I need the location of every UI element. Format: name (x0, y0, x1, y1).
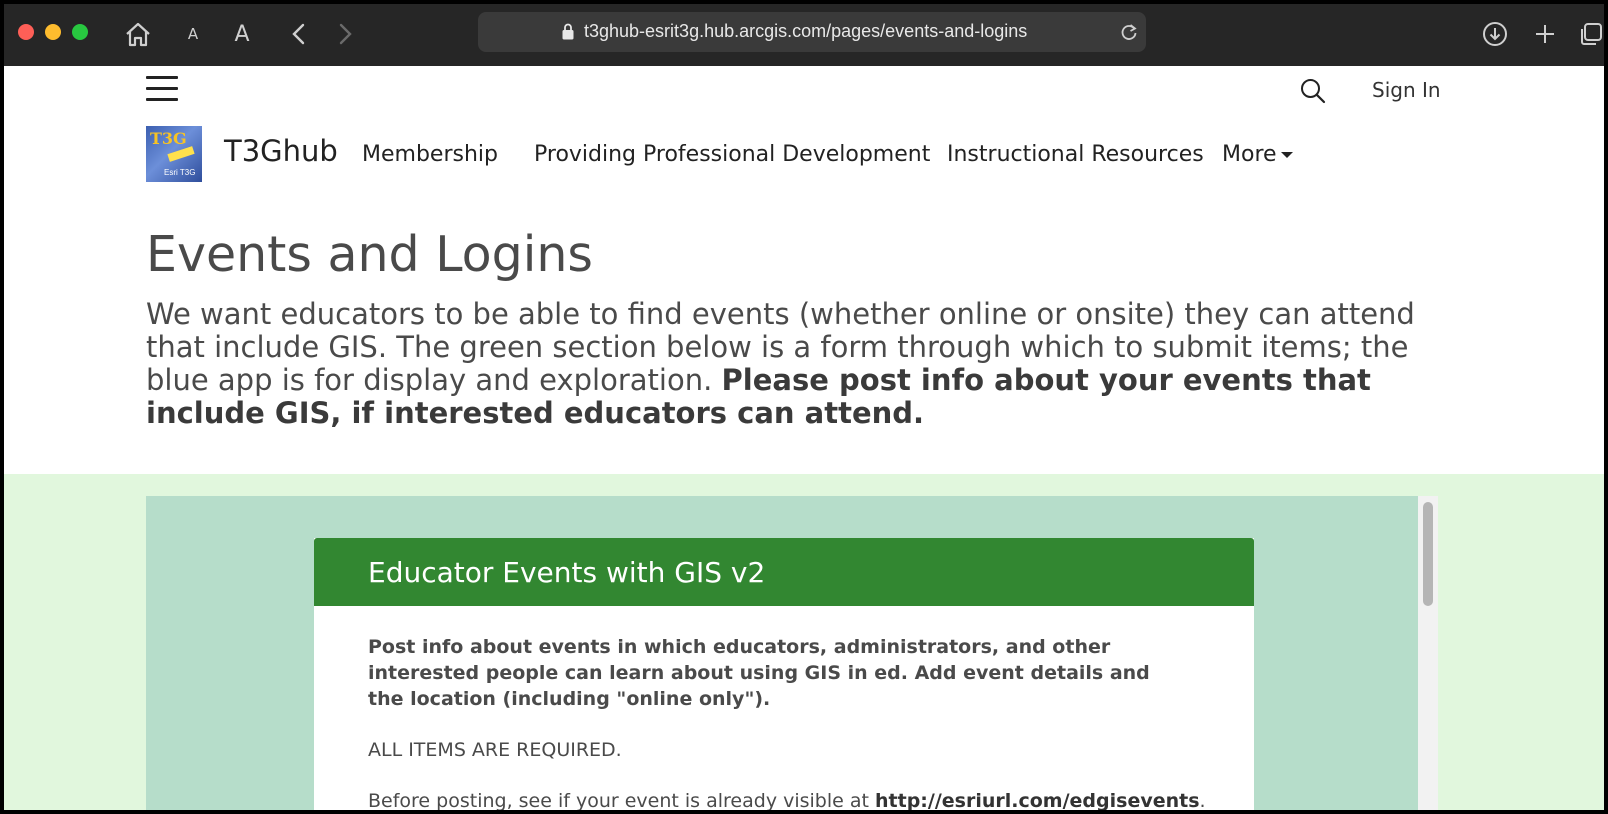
logo-arrow-shape (167, 146, 195, 162)
scroll-thumb[interactable] (1423, 502, 1433, 606)
address-bar[interactable]: t3ghub-esrit3g.hub.arcgis.com/pages/even… (478, 12, 1146, 52)
nav-item-membership[interactable]: Membership (362, 142, 498, 167)
new-tab-icon[interactable] (1530, 18, 1560, 50)
page-title: Events and Logins (146, 226, 593, 283)
reload-icon[interactable] (1120, 22, 1138, 47)
sign-in-link[interactable]: Sign In (1372, 78, 1441, 102)
events-link[interactable]: http://esriurl.com/edgisevents (875, 790, 1200, 810)
intro-paragraph: We want educators to be able to find eve… (146, 298, 1446, 430)
text-larger-button[interactable]: A (228, 18, 256, 50)
form-description: Post info about events in which educator… (368, 634, 1206, 810)
minimize-window-button[interactable] (45, 24, 61, 40)
nav-item-instructional-resources[interactable]: Instructional Resources (947, 142, 1204, 167)
downloads-icon[interactable] (1480, 18, 1510, 50)
required-note: ALL ITEMS ARE REQUIRED. (368, 739, 622, 761)
before-posting-text: Before posting, see if your event is alr… (368, 790, 876, 810)
forward-icon[interactable] (334, 18, 358, 50)
form-embed: Educator Events with GIS v2 Post info ab… (146, 496, 1438, 810)
form-section: Educator Events with GIS v2 Post info ab… (4, 474, 1604, 810)
menu-icon[interactable] (146, 76, 178, 102)
browser-toolbar: A A t3ghub-esrit3g.hub.arcgis.com/pages/… (4, 4, 1604, 66)
site-logo[interactable]: T3G Esri T3G (146, 126, 202, 182)
nav-more-label: More (1222, 142, 1277, 167)
url-text: t3ghub-esrit3g.hub.arcgis.com/pages/even… (584, 21, 1028, 41)
nav-item-more[interactable]: More (1222, 142, 1293, 167)
search-icon[interactable] (1300, 78, 1326, 109)
text-smaller-button[interactable]: A (182, 18, 204, 50)
back-icon[interactable] (286, 18, 310, 50)
close-window-button[interactable] (18, 24, 34, 40)
form-title: Educator Events with GIS v2 (368, 556, 766, 589)
before-posting-end: . (1199, 790, 1206, 810)
zoom-window-button[interactable] (72, 24, 88, 40)
tab-overview-icon[interactable] (1578, 18, 1604, 50)
browser-window: A A t3ghub-esrit3g.hub.arcgis.com/pages/… (4, 4, 1604, 810)
form-description-bold: Post info about events in which educator… (368, 636, 1150, 710)
site-name[interactable]: T3Ghub (224, 134, 338, 168)
logo-text-top: T3G (150, 129, 187, 148)
lock-icon (562, 23, 574, 45)
home-icon[interactable] (122, 18, 154, 50)
survey-form: Educator Events with GIS v2 Post info ab… (314, 538, 1254, 810)
nav-item-professional-development[interactable]: Providing Professional Development (534, 142, 930, 167)
caret-down-icon (1280, 152, 1293, 158)
web-page: Sign In T3G Esri T3G T3Ghub Membership P… (4, 66, 1604, 810)
logo-text-bottom: Esri T3G (164, 168, 196, 177)
before-posting-note: Before posting, see if your event is alr… (368, 788, 1206, 810)
embed-scrollbar[interactable] (1418, 496, 1438, 810)
